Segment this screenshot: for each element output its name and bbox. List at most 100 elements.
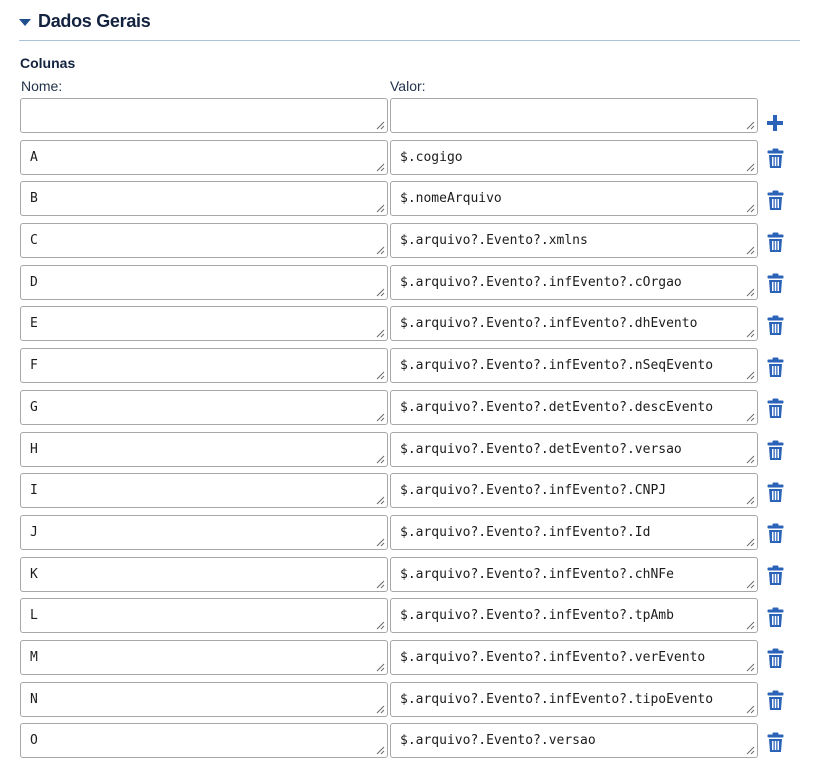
delete-row-button[interactable] <box>765 356 785 378</box>
resize-handle-icon[interactable] <box>376 538 385 547</box>
valor-input[interactable]: $.arquivo?.Evento?.versao <box>390 723 758 759</box>
resize-handle-icon[interactable] <box>746 371 755 380</box>
resize-handle-icon[interactable] <box>746 455 755 464</box>
resize-handle-icon[interactable] <box>376 288 385 297</box>
nome-input[interactable]: G <box>20 389 388 425</box>
delete-row-button[interactable] <box>765 398 785 420</box>
resize-handle-icon[interactable] <box>746 329 755 338</box>
resize-handle-icon[interactable] <box>746 496 755 505</box>
delete-row-button[interactable] <box>765 231 785 253</box>
valor-input[interactable]: $.arquivo?.Evento?.infEvento?.tipoEvento <box>390 681 758 717</box>
delete-row-button[interactable] <box>765 606 785 628</box>
section-header[interactable]: Dados Gerais <box>19 8 800 41</box>
valor-input[interactable]: $.arquivo?.Evento?.infEvento?.Id <box>390 514 758 550</box>
resize-handle-icon[interactable] <box>746 538 755 547</box>
column-row: F $.arquivo?.Evento?.infEvento?.nSeqEvent… <box>20 348 795 384</box>
delete-row-button[interactable] <box>765 648 785 670</box>
trash-icon <box>767 732 783 752</box>
trash-icon <box>767 190 783 210</box>
valor-input[interactable]: $.arquivo?.Evento?.detEvento?.versao <box>390 431 758 467</box>
delete-row-button[interactable] <box>765 148 785 170</box>
resize-handle-icon[interactable] <box>376 413 385 422</box>
resize-handle-icon[interactable] <box>376 746 385 755</box>
resize-handle-icon[interactable] <box>376 204 385 213</box>
column-row: B $.nomeArquivo <box>20 181 795 217</box>
nome-input[interactable]: J <box>20 514 388 550</box>
resize-handle-icon[interactable] <box>376 663 385 672</box>
resize-handle-icon[interactable] <box>376 371 385 380</box>
delete-row-button[interactable] <box>765 314 785 336</box>
column-row: L $.arquivo?.Evento?.infEvento?.tpAmb <box>20 598 795 634</box>
nome-input[interactable]: E <box>20 306 388 342</box>
resize-handle-icon[interactable] <box>746 746 755 755</box>
resize-handle-icon[interactable] <box>376 163 385 172</box>
valor-input[interactable]: $.arquivo?.Evento?.infEvento?.CNPJ <box>390 473 758 509</box>
resize-handle-icon[interactable] <box>376 621 385 630</box>
nome-input[interactable]: O <box>20 723 388 759</box>
resize-handle-icon[interactable] <box>746 580 755 589</box>
plus-icon <box>767 115 783 131</box>
resize-handle-icon[interactable] <box>746 288 755 297</box>
delete-row-button[interactable] <box>765 189 785 211</box>
nome-input[interactable]: I <box>20 473 388 509</box>
column-row: M $.arquivo?.Evento?.infEvento?.verEvento <box>20 639 795 675</box>
resize-handle-icon[interactable] <box>376 580 385 589</box>
column-row: C $.arquivo?.Evento?.xmlns <box>20 223 795 259</box>
resize-handle-icon[interactable] <box>746 163 755 172</box>
delete-row-button[interactable] <box>765 440 785 462</box>
resize-handle-icon[interactable] <box>376 455 385 464</box>
new-nome-input[interactable] <box>20 98 388 133</box>
valor-input[interactable]: $.arquivo?.Evento?.infEvento?.tpAmb <box>390 598 758 634</box>
column-row: G $.arquivo?.Evento?.detEvento?.descEvent… <box>20 389 795 425</box>
nome-input[interactable]: H <box>20 431 388 467</box>
resize-handle-icon[interactable] <box>376 329 385 338</box>
trash-icon <box>767 690 783 711</box>
resize-handle-icon[interactable] <box>746 246 755 255</box>
caret-down-icon[interactable] <box>19 19 31 26</box>
valor-input[interactable]: $.arquivo?.Evento?.detEvento?.descEvento <box>390 389 758 425</box>
valor-input[interactable]: $.arquivo?.Evento?.infEvento?.nSeqEvento <box>390 348 758 384</box>
nome-input[interactable]: C <box>20 223 388 259</box>
valor-input[interactable]: $.nomeArquivo <box>390 181 758 217</box>
column-row: K $.arquivo?.Evento?.infEvento?.chNFe <box>20 556 795 592</box>
column-rows: A $.cogigo B $.nomeArquivo C $.arquivo?.Event… <box>20 98 795 765</box>
delete-row-button[interactable] <box>765 523 785 545</box>
nome-input[interactable]: N <box>20 681 388 717</box>
resize-handle-icon[interactable] <box>746 621 755 630</box>
valor-input[interactable]: $.arquivo?.Evento?.infEvento?.chNFe <box>390 556 758 592</box>
column-row: H $.arquivo?.Evento?.detEvento?.versao <box>20 431 795 467</box>
delete-row-button[interactable] <box>765 565 785 587</box>
delete-row-button[interactable] <box>765 690 785 712</box>
resize-handle-icon[interactable] <box>746 121 755 130</box>
resize-handle-icon[interactable] <box>746 663 755 672</box>
valor-input[interactable]: $.arquivo?.Evento?.infEvento?.cOrgao <box>390 264 758 300</box>
add-row-button[interactable] <box>765 112 785 134</box>
resize-handle-icon[interactable] <box>376 705 385 714</box>
resize-handle-icon[interactable] <box>376 496 385 505</box>
valor-input[interactable]: $.cogigo <box>390 139 758 175</box>
nome-column-label: Nome: <box>21 78 63 94</box>
trash-icon <box>767 440 783 460</box>
trash-icon <box>767 607 783 627</box>
valor-input[interactable]: $.arquivo?.Evento?.infEvento?.verEvento <box>390 639 758 675</box>
delete-row-button[interactable] <box>765 731 785 753</box>
nome-input[interactable]: B <box>20 181 388 217</box>
nome-input[interactable]: M <box>20 639 388 675</box>
trash-icon <box>767 148 783 169</box>
delete-row-button[interactable] <box>765 273 785 295</box>
resize-handle-icon[interactable] <box>376 121 385 130</box>
valor-input[interactable]: $.arquivo?.Evento?.infEvento?.dhEvento <box>390 306 758 342</box>
nome-input[interactable]: K <box>20 556 388 592</box>
resize-handle-icon[interactable] <box>746 413 755 422</box>
trash-icon <box>767 648 783 669</box>
nome-input[interactable]: F <box>20 348 388 384</box>
new-valor-input[interactable] <box>390 98 758 133</box>
resize-handle-icon[interactable] <box>376 246 385 255</box>
nome-input[interactable]: A <box>20 139 388 175</box>
nome-input[interactable]: D <box>20 264 388 300</box>
resize-handle-icon[interactable] <box>746 705 755 714</box>
valor-input[interactable]: $.arquivo?.Evento?.xmlns <box>390 223 758 259</box>
nome-input[interactable]: L <box>20 598 388 634</box>
resize-handle-icon[interactable] <box>746 204 755 213</box>
delete-row-button[interactable] <box>765 481 785 503</box>
